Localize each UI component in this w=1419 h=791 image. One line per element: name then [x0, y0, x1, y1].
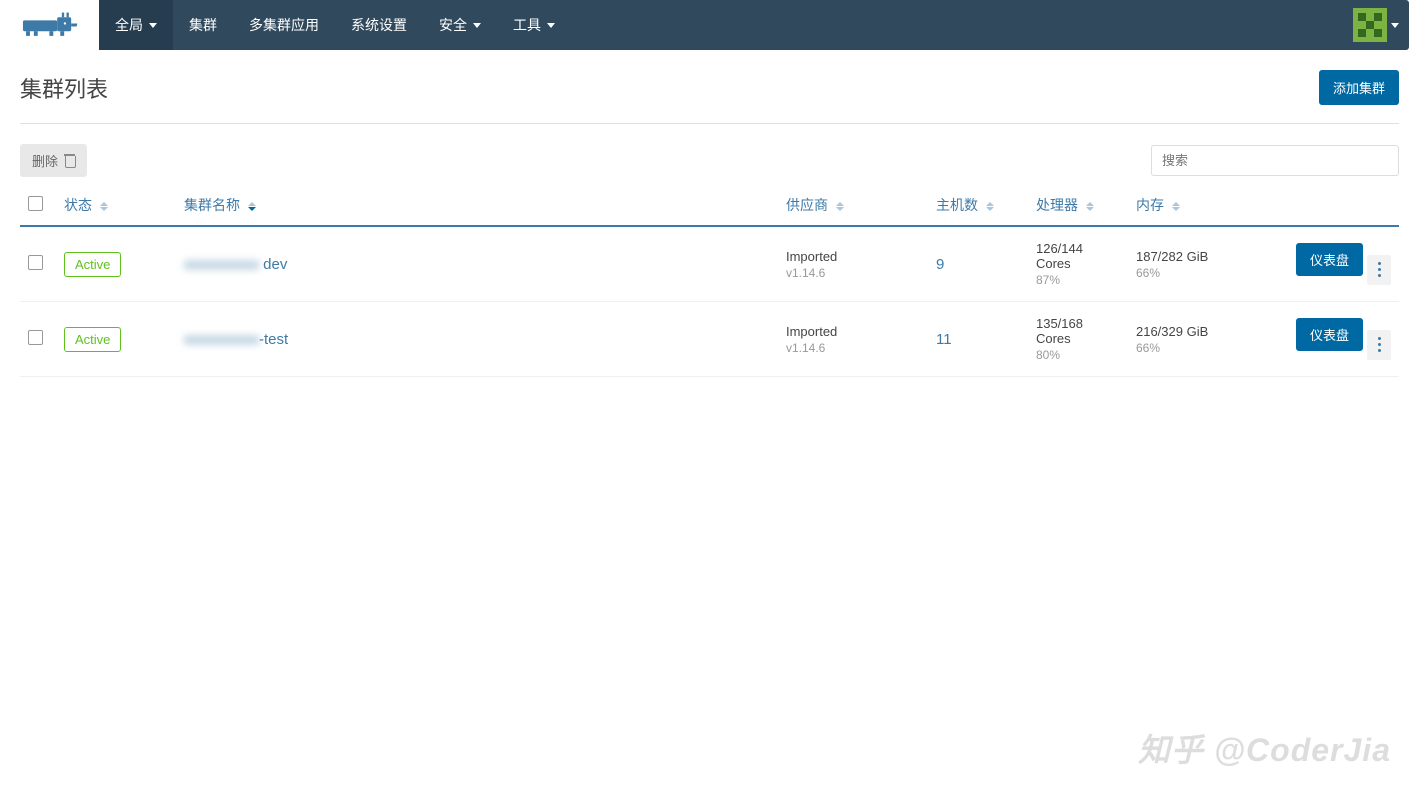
- search-input[interactable]: [1151, 145, 1399, 176]
- chevron-down-icon: [1391, 23, 1399, 28]
- nav-global-label: 全局: [115, 15, 143, 35]
- cluster-name-link[interactable]: xxxxxxxxxx-test: [184, 331, 288, 348]
- version-text: v1.14.6: [786, 341, 920, 355]
- sort-icon: [986, 202, 994, 211]
- nav-tools-label: 工具: [513, 15, 541, 35]
- provider-text: Imported: [786, 249, 920, 264]
- page-header: 集群列表 添加集群: [20, 70, 1399, 124]
- host-count-link[interactable]: 9: [936, 256, 944, 273]
- status-badge: Active: [64, 252, 121, 277]
- add-cluster-button[interactable]: 添加集群: [1319, 70, 1399, 105]
- memory-text: 216/329 GiB: [1136, 324, 1280, 339]
- row-menu-button[interactable]: [1367, 330, 1391, 360]
- cpu-text: 135/168 Cores: [1036, 316, 1120, 346]
- col-header-hosts[interactable]: 主机数: [928, 185, 1028, 226]
- table-row: Active xxxxxxxxxx-test Imported v1.14.6 11 13…: [20, 302, 1399, 377]
- col-header-cpu[interactable]: 处理器: [1028, 185, 1128, 226]
- chevron-down-icon: [149, 23, 157, 28]
- cluster-table: 状态 集群名称 供应商 主机数 处理器: [20, 185, 1399, 377]
- watermark: 知乎 @CoderJia: [1138, 725, 1391, 771]
- nav-multi-cluster[interactable]: 多集群应用: [233, 0, 335, 50]
- host-count-link[interactable]: 11: [936, 331, 952, 348]
- memory-text: 187/282 GiB: [1136, 249, 1280, 264]
- row-checkbox[interactable]: [28, 255, 43, 270]
- version-text: v1.14.6: [786, 266, 920, 280]
- nav-global[interactable]: 全局: [99, 0, 173, 50]
- cpu-pct-text: 80%: [1036, 348, 1120, 362]
- provider-text: Imported: [786, 324, 920, 339]
- cpu-pct-text: 87%: [1036, 273, 1120, 287]
- topbar: 全局 集群 多集群应用 系统设置 安全 工具: [0, 0, 1419, 50]
- row-checkbox[interactable]: [28, 330, 43, 345]
- sort-icon: [1172, 202, 1180, 211]
- page-title: 集群列表: [20, 72, 108, 104]
- nav-system-settings[interactable]: 系统设置: [335, 0, 423, 50]
- nav-user-menu[interactable]: [1343, 0, 1409, 50]
- chevron-down-icon: [473, 23, 481, 28]
- row-menu-button[interactable]: [1367, 255, 1391, 285]
- nav-security[interactable]: 安全: [423, 0, 497, 50]
- chevron-down-icon: [547, 23, 555, 28]
- delete-button-label: 删除: [32, 151, 58, 170]
- logo[interactable]: [20, 11, 85, 39]
- nav-security-label: 安全: [439, 15, 467, 35]
- table-row: Active xxxxxxxxxx dev Imported v1.14.6 9 126/…: [20, 226, 1399, 302]
- avatar: [1353, 8, 1387, 42]
- memory-pct-text: 66%: [1136, 266, 1280, 280]
- trash-icon: [64, 154, 75, 167]
- delete-button[interactable]: 删除: [20, 144, 87, 177]
- status-badge: Active: [64, 327, 121, 352]
- action-bar: 删除: [20, 144, 1399, 177]
- sort-icon: [100, 202, 108, 211]
- cluster-name-link[interactable]: xxxxxxxxxx dev: [184, 256, 287, 273]
- select-all-checkbox[interactable]: [28, 196, 43, 211]
- col-header-provider[interactable]: 供应商: [778, 185, 928, 226]
- sort-icon: [836, 202, 844, 211]
- main-nav: 全局 集群 多集群应用 系统设置 安全 工具: [99, 0, 1409, 50]
- col-header-memory[interactable]: 内存: [1128, 185, 1288, 226]
- memory-pct-text: 66%: [1136, 341, 1280, 355]
- cpu-text: 126/144 Cores: [1036, 241, 1120, 271]
- col-header-name[interactable]: 集群名称: [176, 185, 778, 226]
- sort-icon: [248, 202, 256, 211]
- col-header-state[interactable]: 状态: [56, 185, 176, 226]
- rancher-logo-icon: [20, 11, 85, 39]
- sort-icon: [1086, 202, 1094, 211]
- dashboard-button[interactable]: 仪表盘: [1296, 243, 1363, 276]
- nav-clusters[interactable]: 集群: [173, 0, 233, 50]
- nav-tools[interactable]: 工具: [497, 0, 571, 50]
- dashboard-button[interactable]: 仪表盘: [1296, 318, 1363, 351]
